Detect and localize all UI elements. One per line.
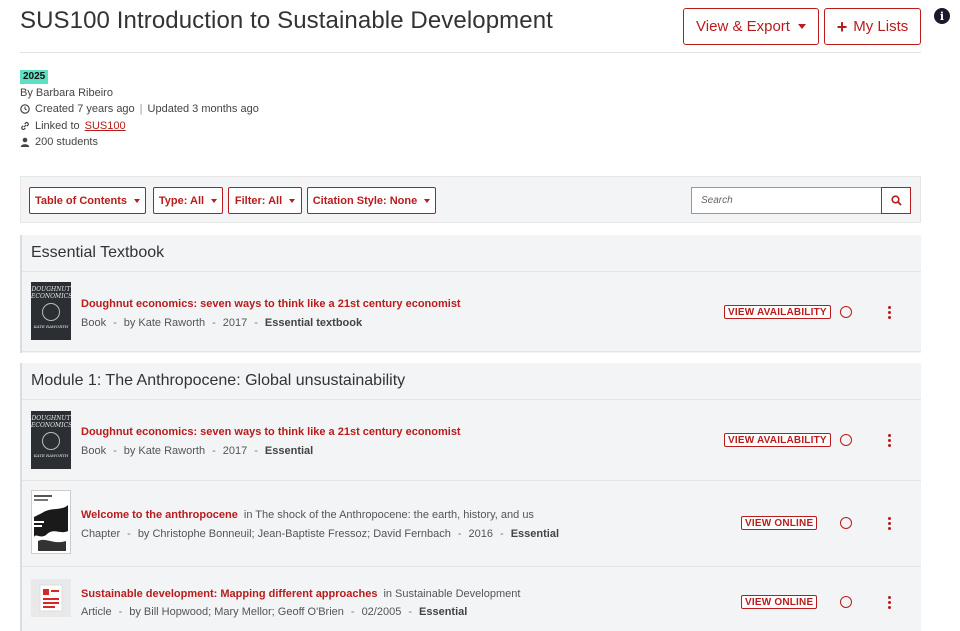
search-icon — [890, 195, 902, 206]
my-lists-label: My Lists — [853, 18, 909, 35]
list-item[interactable]: DOUGHNUT ECONOMICS KATE RAWORTH Doughnut… — [22, 272, 921, 352]
item-type: Book — [81, 317, 107, 329]
linked-prefix: Linked to — [35, 120, 80, 132]
filter-label: Filter: All — [234, 194, 283, 207]
page-title: SUS100 Introduction to Sustainable Devel… — [20, 7, 553, 34]
item-year: 02/2005 — [361, 606, 402, 618]
cover-author: KATE RAWORTH — [33, 324, 69, 329]
item-year: 2017 — [222, 445, 248, 457]
book-cover-image: DOUGHNUT ECONOMICS KATE RAWORTH — [31, 411, 71, 469]
students-line: 200 students — [20, 136, 98, 148]
view-export-label: View & Export — [696, 18, 790, 35]
list-item[interactable]: DOUGHNUT ECONOMICS KATE RAWORTH Doughnut… — [22, 400, 921, 481]
link-icon — [20, 121, 30, 131]
list-item[interactable]: Welcome to the anthropocene in The shock… — [22, 481, 921, 567]
view-online-button[interactable]: VIEW ONLINE — [741, 516, 818, 530]
item-year: 2016 — [468, 528, 494, 540]
item-authors: by Kate Raworth — [123, 317, 206, 329]
kebab-menu-icon[interactable] — [888, 596, 892, 609]
status-circle-icon[interactable] — [840, 306, 852, 318]
year-badge: 2025 — [20, 70, 49, 84]
view-availability-button[interactable]: VIEW AVAILABILITY — [724, 305, 831, 319]
item-title-link[interactable]: Welcome to the anthropocene — [81, 509, 238, 521]
item-authors: by Bill Hopwood; Mary Mellor; Geoff O'Br… — [129, 606, 344, 618]
my-lists-button[interactable]: + My Lists — [824, 8, 921, 45]
caret-down-icon — [289, 198, 296, 203]
item-container: in The shock of the Anthropocene: the ea… — [243, 509, 534, 521]
info-icon[interactable]: i — [934, 8, 950, 24]
type-filter-dropdown[interactable]: Type: All — [153, 187, 223, 214]
caret-down-icon — [211, 198, 218, 203]
author-text: By Barbara Ribeiro — [20, 87, 113, 99]
item-importance: Essential — [264, 445, 314, 457]
clock-icon — [20, 104, 30, 114]
cover-title: DOUGHNUT — [31, 415, 71, 422]
cover-subtitle: ECONOMICS — [31, 293, 71, 300]
author-line: By Barbara Ribeiro — [20, 87, 113, 99]
filter-dropdown[interactable]: Filter: All — [228, 187, 302, 214]
item-container: in Sustainable Development — [383, 588, 521, 600]
cover-subtitle: ECONOMICS — [31, 422, 71, 429]
linked-module-link[interactable]: SUS100 — [85, 120, 126, 132]
item-title-link[interactable]: Sustainable development: Mapping differe… — [81, 588, 377, 600]
search-input[interactable]: Search — [691, 187, 882, 214]
item-meta: Chapter - by Christophe Bonneuil; Jean-Ba… — [81, 528, 560, 540]
cover-author: KATE RAWORTH — [33, 453, 69, 458]
caret-down-icon — [797, 24, 806, 29]
kebab-menu-icon[interactable] — [888, 306, 892, 319]
list-toolbar: Table of Contents Type: All Filter: All … — [20, 176, 921, 223]
item-authors: by Kate Raworth — [123, 445, 206, 457]
view-availability-button[interactable]: VIEW AVAILABILITY — [724, 433, 831, 447]
item-importance: Essential — [419, 606, 468, 618]
item-type: Article — [81, 606, 112, 618]
item-importance: Essential — [510, 528, 560, 540]
section-heading[interactable]: Module 1: The Anthropocene: Global unsus… — [22, 363, 921, 400]
item-authors: by Christophe Bonneuil; Jean-Baptiste Fr… — [137, 528, 451, 540]
caret-down-icon — [134, 198, 141, 203]
toc-label: Table of Contents — [34, 194, 128, 207]
view-export-button[interactable]: View & Export — [683, 8, 819, 45]
kebab-menu-icon[interactable] — [888, 517, 892, 530]
status-circle-icon[interactable] — [840, 517, 852, 529]
citation-label: Citation Style: None — [312, 194, 418, 207]
kebab-menu-icon[interactable] — [888, 434, 892, 447]
list-item[interactable]: Sustainable development: Mapping differe… — [22, 567, 921, 631]
table-of-contents-dropdown[interactable]: Table of Contents — [29, 187, 146, 214]
item-title-link[interactable]: Doughnut economics: seven ways to think … — [81, 298, 461, 310]
book-cover-image: DOUGHNUT ECONOMICS KATE RAWORTH — [31, 282, 71, 340]
user-icon — [20, 137, 30, 147]
item-importance: Essential textbook — [264, 317, 363, 329]
view-online-button[interactable]: VIEW ONLINE — [741, 595, 818, 609]
item-year: 2017 — [222, 317, 248, 329]
cover-title: DOUGHNUT — [31, 286, 71, 293]
status-circle-icon[interactable] — [840, 434, 852, 446]
section-heading[interactable]: Essential Textbook — [22, 235, 921, 272]
updated-text: Updated 3 months ago — [147, 103, 259, 115]
item-meta: Book - by Kate Raworth - 2017- Essential t… — [81, 317, 363, 329]
status-circle-icon[interactable] — [840, 596, 852, 608]
type-label: Type: All — [158, 194, 205, 207]
section-module-1: Module 1: The Anthropocene: Global unsus… — [20, 363, 921, 631]
item-type: Chapter — [81, 528, 121, 540]
item-meta: Article - by Bill Hopwood; Mary Mellor; G… — [81, 606, 468, 618]
header-divider — [20, 52, 921, 53]
book-cover-image — [31, 490, 71, 554]
citation-style-dropdown[interactable]: Citation Style: None — [307, 187, 436, 214]
article-icon — [31, 579, 71, 617]
plus-icon: + — [836, 16, 848, 37]
linked-line: Linked to SUS100 — [20, 120, 126, 132]
item-type: Book — [81, 445, 107, 457]
caret-down-icon — [424, 198, 431, 203]
dates-line: Created 7 years ago | Updated 3 months a… — [20, 103, 259, 115]
section-essential-textbook: Essential Textbook DOUGHNUT ECONOMICS KA… — [20, 235, 921, 353]
item-meta: Book - by Kate Raworth - 2017- Essential — [81, 445, 314, 457]
meta-separator: | — [139, 103, 143, 115]
item-title-link[interactable]: Doughnut economics: seven ways to think … — [81, 426, 461, 438]
created-text: Created 7 years ago — [35, 103, 135, 115]
search-button[interactable] — [881, 187, 911, 214]
students-text: 200 students — [35, 136, 98, 148]
